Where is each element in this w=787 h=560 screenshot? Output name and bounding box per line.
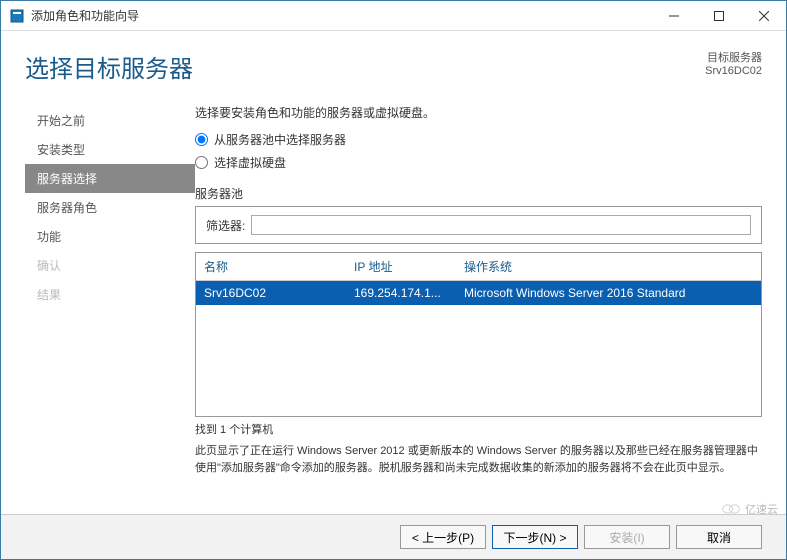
wizard-step-0[interactable]: 开始之前: [25, 106, 195, 135]
wizard-step-3[interactable]: 服务器角色: [25, 193, 195, 222]
app-icon: [9, 8, 25, 24]
next-button[interactable]: 下一步(N) >: [492, 525, 578, 549]
instruction-text: 选择要安装角色和功能的服务器或虚拟硬盘。: [195, 104, 762, 121]
minimize-button[interactable]: [651, 1, 696, 31]
watermark-text: 亿速云: [745, 501, 778, 517]
filter-label: 筛选器:: [206, 217, 245, 234]
cell-ip: 169.254.174.1...: [346, 281, 456, 305]
page-heading: 选择目标服务器: [25, 49, 705, 84]
radio-vhd[interactable]: 选择虚拟硬盘: [195, 154, 762, 171]
server-grid[interactable]: 名称 IP 地址 操作系统 Srv16DC02169.254.174.1...M…: [195, 252, 762, 417]
radio-vhd-input[interactable]: [195, 156, 208, 169]
close-button[interactable]: [741, 1, 786, 31]
radio-server-pool-label: 从服务器池中选择服务器: [214, 131, 346, 148]
filter-box: 筛选器:: [195, 206, 762, 244]
radio-server-pool[interactable]: 从服务器池中选择服务器: [195, 131, 762, 148]
wizard-step-4[interactable]: 功能: [25, 222, 195, 251]
target-value: Srv16DC02: [705, 65, 762, 77]
cell-os: Microsoft Windows Server 2016 Standard: [456, 281, 761, 305]
col-header-os[interactable]: 操作系统: [456, 253, 761, 280]
wizard-footer: < 上一步(P) 下一步(N) > 安装(I) 取消: [1, 514, 786, 559]
wizard-steps: 开始之前安装类型服务器选择服务器角色功能确认结果: [25, 96, 195, 476]
target-info: 目标服务器 Srv16DC02: [705, 49, 762, 77]
title-bar: 添加角色和功能向导: [1, 1, 786, 31]
page-description: 此页显示了正在运行 Windows Server 2012 或更新版本的 Win…: [195, 443, 762, 476]
window-title: 添加角色和功能向导: [31, 7, 651, 24]
cell-name: Srv16DC02: [196, 281, 346, 305]
grid-header: 名称 IP 地址 操作系统: [196, 253, 761, 281]
wizard-step-6: 结果: [25, 280, 195, 309]
radio-vhd-label: 选择虚拟硬盘: [214, 154, 286, 171]
main-content: 选择要安装角色和功能的服务器或虚拟硬盘。 从服务器池中选择服务器 选择虚拟硬盘 …: [195, 96, 762, 476]
col-header-ip[interactable]: IP 地址: [346, 253, 456, 280]
target-label: 目标服务器: [705, 49, 762, 65]
radio-server-pool-input[interactable]: [195, 133, 208, 146]
cancel-button[interactable]: 取消: [676, 525, 762, 549]
filter-input[interactable]: [251, 215, 751, 235]
server-pool-label: 服务器池: [195, 185, 762, 202]
install-button[interactable]: 安装(I): [584, 525, 670, 549]
watermark: 亿速云: [721, 501, 778, 517]
maximize-button[interactable]: [696, 1, 741, 31]
col-header-name[interactable]: 名称: [196, 253, 346, 280]
server-row[interactable]: Srv16DC02169.254.174.1...Microsoft Windo…: [196, 281, 761, 305]
found-count: 找到 1 个计算机: [195, 421, 762, 437]
wizard-step-1[interactable]: 安装类型: [25, 135, 195, 164]
selection-type-radio-group: 从服务器池中选择服务器 选择虚拟硬盘: [195, 131, 762, 171]
wizard-header: 选择目标服务器 目标服务器 Srv16DC02: [1, 31, 786, 84]
wizard-step-5: 确认: [25, 251, 195, 280]
previous-button[interactable]: < 上一步(P): [400, 525, 486, 549]
wizard-step-2[interactable]: 服务器选择: [25, 164, 195, 193]
